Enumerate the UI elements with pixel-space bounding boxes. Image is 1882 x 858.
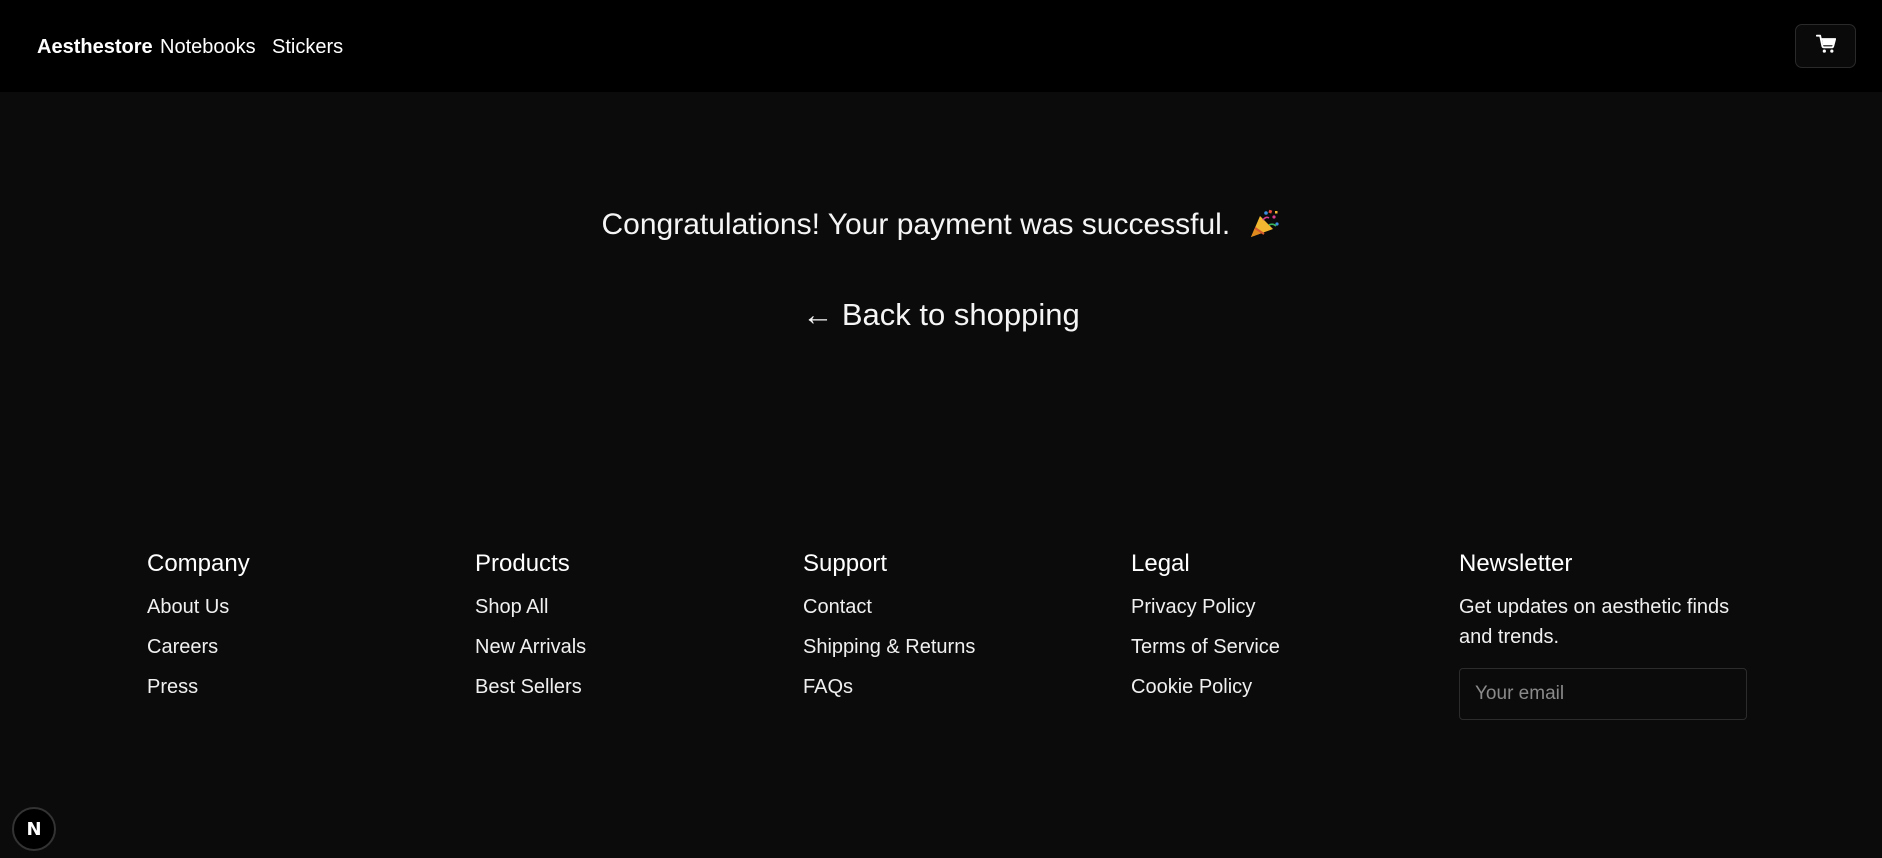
footer-link-shipping-returns[interactable]: Shipping & Returns [803, 636, 975, 658]
nav-link-stickers[interactable]: Stickers [272, 34, 343, 60]
back-to-shopping-link[interactable]: ← Back to shopping [0, 295, 1882, 335]
success-message-text: Congratulations! Your payment was succes… [601, 208, 1231, 241]
nextjs-dev-badge[interactable]: N [12, 807, 56, 851]
brand-logo-link[interactable]: Aesthestore [37, 34, 153, 60]
footer-link-press[interactable]: Press [147, 676, 198, 698]
footer-heading-legal: Legal [1131, 550, 1190, 577]
footer-column-newsletter: Newsletter Get updates on aesthetic find… [1459, 548, 1759, 720]
payment-success-message: Congratulations! Your payment was succes… [0, 205, 1882, 249]
footer-link-shop-all[interactable]: Shop All [475, 596, 548, 618]
footer-heading-products: Products [475, 550, 570, 577]
footer-heading-company: Company [147, 550, 250, 577]
footer-link-privacy-policy[interactable]: Privacy Policy [1131, 596, 1255, 618]
newsletter-email-input[interactable] [1459, 668, 1747, 720]
nav-link-notebooks[interactable]: Notebooks [160, 34, 256, 60]
footer-column-company: Company About Us Careers Press [147, 548, 447, 714]
footer-column-legal: Legal Privacy Policy Terms of Service Co… [1131, 548, 1431, 714]
footer-column-support: Support Contact Shipping & Returns FAQs [803, 548, 1103, 714]
footer-link-terms-of-service[interactable]: Terms of Service [1131, 636, 1280, 658]
footer-link-about-us[interactable]: About Us [147, 596, 229, 618]
footer-link-faqs[interactable]: FAQs [803, 676, 853, 698]
footer-heading-support: Support [803, 550, 888, 577]
footer-link-new-arrivals[interactable]: New Arrivals [475, 636, 586, 658]
top-navbar: Aesthestore Notebooks Stickers [0, 0, 1882, 92]
footer-link-cookie-policy[interactable]: Cookie Policy [1131, 676, 1252, 698]
shopping-cart-icon [1815, 34, 1836, 59]
cart-button[interactable] [1795, 24, 1856, 68]
nextjs-logo-icon: N [26, 818, 42, 840]
footer-link-contact[interactable]: Contact [803, 596, 872, 618]
footer-link-best-sellers[interactable]: Best Sellers [475, 676, 582, 698]
newsletter-description: Get updates on aesthetic finds and trend… [1459, 596, 1730, 648]
footer-heading-newsletter: Newsletter [1459, 550, 1573, 577]
footer-link-careers[interactable]: Careers [147, 636, 218, 658]
party-popper-icon [1249, 208, 1281, 249]
footer-column-products: Products Shop All New Arrivals Best Sell… [475, 548, 775, 714]
